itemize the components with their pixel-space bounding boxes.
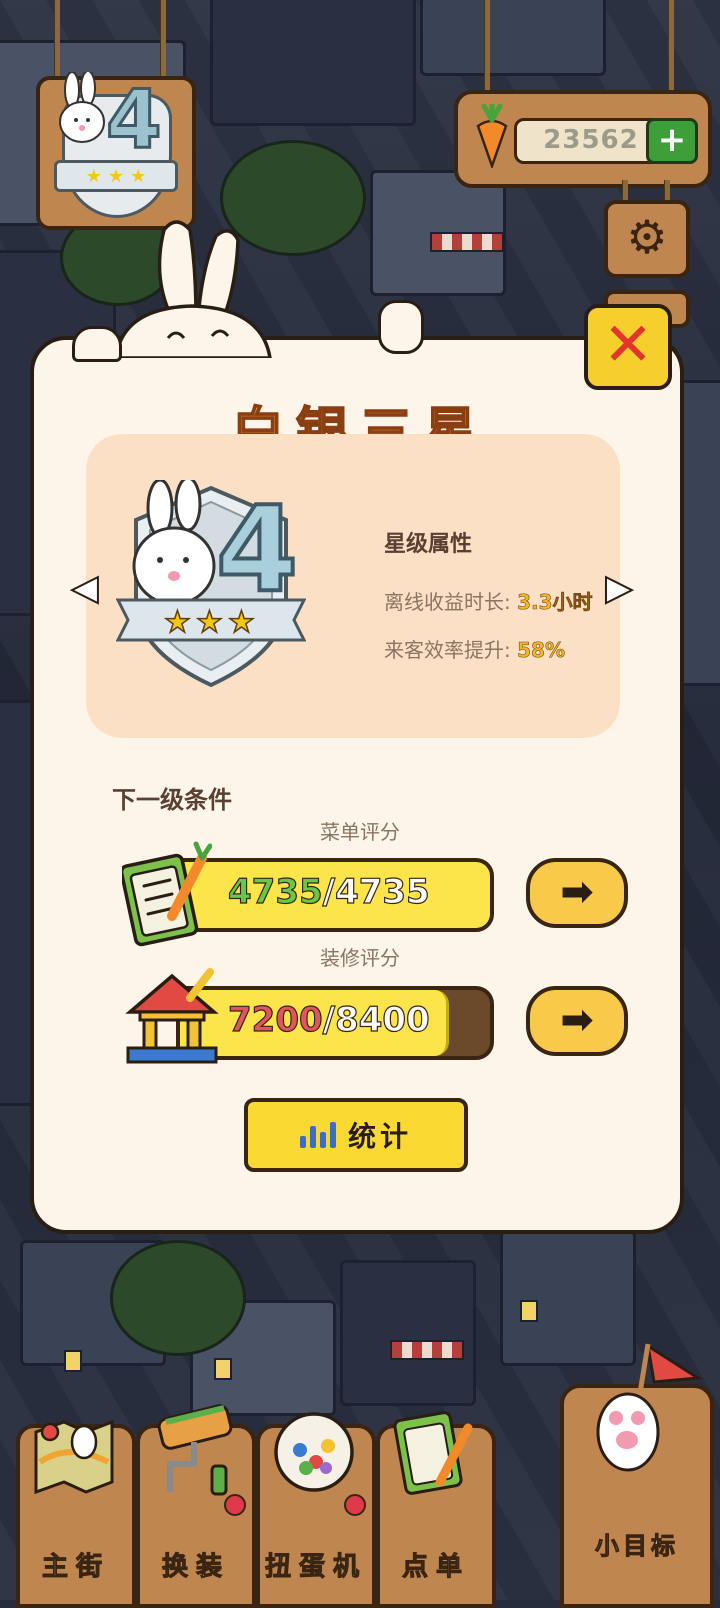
- paint-roller-icon: [157, 1404, 233, 1496]
- prev-level-button[interactable]: ◀: [70, 567, 100, 609]
- attribute-value: 3.3小时: [517, 590, 593, 615]
- hanging-rope: [668, 0, 674, 96]
- arrow-right-icon: ➡: [560, 997, 594, 1043]
- go-menu-button[interactable]: ➡: [526, 858, 628, 928]
- silver-badge-icon: 4 ★ ★ ★: [116, 480, 306, 688]
- settings-button[interactable]: ⚙: [604, 200, 690, 278]
- svg-text:★: ★: [164, 605, 191, 640]
- nav-gacha[interactable]: 扭蛋机: [256, 1412, 376, 1608]
- current-score: 4735: [227, 871, 323, 912]
- arrow-right-icon: ➡: [560, 869, 594, 915]
- close-button[interactable]: ✕: [584, 304, 672, 390]
- gear-icon: ⚙: [626, 210, 668, 264]
- nav-outfit[interactable]: 换装: [136, 1404, 256, 1608]
- attribute-label: 来客效率提升:: [384, 638, 511, 662]
- notification-dot: [344, 1494, 366, 1516]
- goal-flag-icon: [596, 1342, 702, 1472]
- score-separator: /: [322, 999, 336, 1040]
- window: [214, 1358, 232, 1380]
- menu-score-bar: 4735/4735: [176, 858, 494, 932]
- window: [64, 1350, 82, 1372]
- go-decoration-button[interactable]: ➡: [526, 986, 628, 1056]
- shop-awning: [390, 1340, 464, 1360]
- svg-text:4: 4: [216, 480, 298, 618]
- menu-score-label: 菜单评分: [320, 820, 400, 844]
- decoration-score-label: 装修评分: [320, 946, 400, 970]
- bunny-icon: [59, 72, 105, 143]
- building: [420, 0, 606, 76]
- house-decoration-icon: [125, 968, 219, 1064]
- attribute-label: 离线收益时长:: [384, 590, 511, 614]
- offline-income-row: 离线收益时长: 3.3小时: [384, 586, 606, 615]
- carrot-icon: [476, 104, 508, 168]
- nav-order[interactable]: 点单: [376, 1411, 496, 1608]
- nav-label: 扭蛋机: [264, 1552, 367, 1583]
- nav-main-street[interactable]: 主街: [16, 1419, 136, 1608]
- close-icon: ✕: [602, 310, 654, 380]
- menu-clipboard-icon: [122, 841, 212, 947]
- star-ribbon: ★ ★ ★: [54, 160, 178, 192]
- bunny-paw: [72, 326, 122, 362]
- customer-efficiency-row: 来客效率提升: 58%: [384, 634, 565, 663]
- star-icon: ★: [130, 165, 147, 187]
- hanging-rope: [54, 0, 60, 80]
- notification-dot: [224, 1494, 246, 1516]
- shop-awning: [430, 232, 504, 252]
- target-score: 8400: [334, 999, 430, 1040]
- attributes-title: 星级属性: [384, 532, 473, 557]
- decoration-score-bar: 7200/8400: [176, 986, 494, 1060]
- score-separator: /: [322, 871, 336, 912]
- add-carrot-button[interactable]: +: [646, 118, 698, 164]
- carrot-currency: 23562 +: [454, 90, 712, 188]
- star-icon: ★: [107, 165, 125, 187]
- bar-chart-icon: [299, 1122, 336, 1148]
- menu-score-value: 4735/4735: [227, 871, 430, 912]
- currency-display: 23562: [514, 118, 668, 164]
- next-level-button[interactable]: ▶: [604, 567, 634, 609]
- window: [520, 1300, 538, 1322]
- bunny-mascot-icon: [114, 220, 272, 358]
- nav-label: 小目标: [595, 1532, 679, 1561]
- nav-label: 主街: [41, 1552, 110, 1583]
- decoration-score-value: 7200/8400: [227, 999, 430, 1040]
- level-number: 4: [105, 73, 164, 166]
- svg-text:★: ★: [196, 605, 223, 640]
- next-level-title: 下一级条件: [112, 786, 232, 814]
- nav-label: 换装: [161, 1552, 230, 1583]
- attribute-value: 58%: [517, 638, 565, 663]
- nav-label: 点单: [401, 1552, 470, 1583]
- order-list-icon: [393, 1411, 473, 1495]
- svg-text:★: ★: [228, 605, 255, 640]
- gacha-machine-icon: [274, 1412, 354, 1492]
- nav-small-goal[interactable]: 小目标: [560, 1342, 714, 1608]
- hanging-rope: [160, 0, 166, 80]
- statistics-button[interactable]: 统计: [244, 1098, 468, 1172]
- hanging-rope: [484, 0, 490, 96]
- tree: [110, 1240, 246, 1356]
- star-icon: ★: [85, 165, 102, 187]
- building: [210, 0, 416, 126]
- map-icon: [34, 1419, 114, 1495]
- statistics-label: 统计: [347, 1120, 412, 1153]
- target-score: 4735: [334, 871, 430, 912]
- current-score: 7200: [227, 999, 323, 1040]
- bunny-thumbs-up: [378, 300, 424, 354]
- carrot-amount: 23562: [543, 125, 639, 155]
- level-badge-button[interactable]: 4 ★ ★ ★: [36, 72, 196, 230]
